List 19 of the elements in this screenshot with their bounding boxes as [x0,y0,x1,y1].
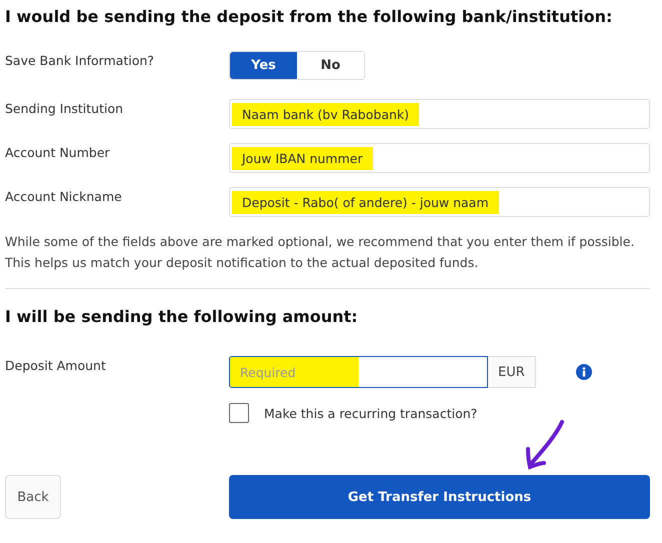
checkbox-label: Make this a recurring transaction? [264,406,478,420]
field-label: Deposit Amount [5,357,107,373]
text-field[interactable]: Deposit - Rabo( of andere) - jouw naam [229,187,650,217]
info-icon[interactable] [576,364,592,380]
text-field[interactable]: Naam bank (bv Rabobank) [229,99,650,129]
field-label: Save Bank Information? [5,52,156,68]
info-text: While some of the fields above are marked optional, we recommend that you enter them if possible. This helps us match your deposit notification to the actual deposited funds. [5,233,636,272]
field-label: Account Number [5,144,111,160]
submit-button[interactable]: Get Transfer Instructions [229,475,650,519]
field-label: Sending Institution [5,100,124,116]
currency-addon: EUR [488,356,536,388]
section-heading: I would be sending the deposit from the following bank/institution: [5,7,614,26]
text-field[interactable]: Jouw IBAN nummer [229,143,650,173]
toggle-option[interactable]: Yes [230,52,297,79]
back-button[interactable]: Back [5,475,61,519]
checkbox[interactable] [229,403,249,423]
field-label: Account Nickname [5,188,123,204]
section-heading: I will be sending the following amount: [5,307,359,326]
amount-field[interactable]: Required [229,356,488,388]
